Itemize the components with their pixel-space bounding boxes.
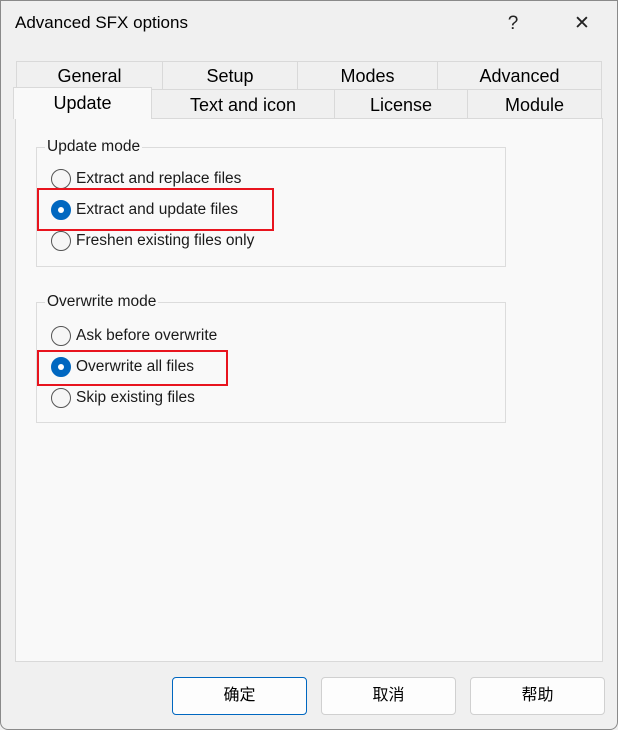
ok-button[interactable]: 确定 [172, 677, 307, 715]
radio-skip-existing[interactable]: Skip existing files [51, 388, 195, 408]
dialog-window: Advanced SFX options ? ✕ General Setup M… [0, 0, 618, 730]
radio-icon [51, 169, 71, 189]
help-dialog-button[interactable]: 帮助 [470, 677, 605, 715]
radio-label: Ask before overwrite [76, 327, 218, 344]
radio-icon [51, 231, 71, 251]
radio-icon [51, 388, 71, 408]
group-label: Overwrite mode [45, 293, 159, 311]
tab-modes[interactable]: Modes [297, 61, 438, 90]
tab-module[interactable]: Module [467, 89, 602, 119]
highlight-box [37, 188, 274, 231]
tab-general[interactable]: General [16, 61, 163, 90]
window-title: Advanced SFX options [15, 13, 188, 32]
tab-text-and-icon[interactable]: Text and icon [151, 89, 335, 119]
help-button[interactable]: ? [493, 7, 533, 41]
close-button[interactable]: ✕ [562, 7, 602, 41]
tab-setup[interactable]: Setup [162, 61, 298, 90]
radio-label: Extract and replace files [76, 170, 242, 187]
radio-label: Skip existing files [76, 389, 195, 406]
radio-ask-before-overwrite[interactable]: Ask before overwrite [51, 326, 217, 346]
highlight-box [37, 350, 228, 386]
radio-icon [51, 326, 71, 346]
tab-license[interactable]: License [334, 89, 468, 119]
tab-update[interactable]: Update [13, 87, 152, 119]
cancel-button[interactable]: 取消 [321, 677, 456, 715]
radio-extract-replace[interactable]: Extract and replace files [51, 169, 241, 189]
tab-advanced[interactable]: Advanced [437, 61, 602, 90]
group-label: Update mode [45, 138, 143, 156]
radio-freshen[interactable]: Freshen existing files only [51, 231, 254, 251]
radio-label: Freshen existing files only [76, 232, 255, 249]
